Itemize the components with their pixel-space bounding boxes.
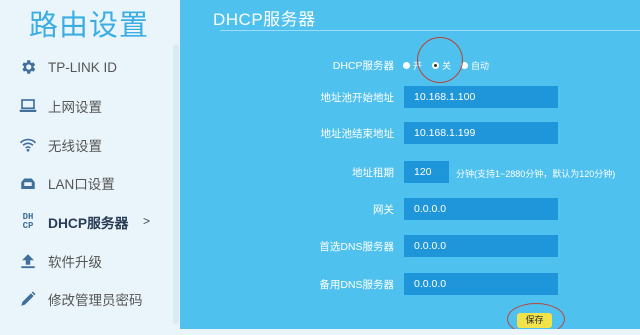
field-label: 备用DNS服务器 xyxy=(319,279,394,291)
sidebar-item-wireless[interactable]: 无线设置 xyxy=(0,125,172,164)
laptop-icon xyxy=(18,96,38,116)
field-row-primary-dns: 首选DNS服务器 xyxy=(180,235,394,257)
field-label: 地址池结束地址 xyxy=(320,128,395,140)
sidebar-item-internet[interactable]: 上网设置 xyxy=(0,87,172,126)
dhcp-icon: DH CP xyxy=(22,212,34,232)
dhcp-server-label: DHCP服务器 xyxy=(332,60,394,72)
sidebar-item-label: 修改管理员密码 xyxy=(48,293,143,309)
sidebar-title: 路由设置 xyxy=(29,10,150,42)
router-settings-window: 路由设置 TP-LINK ID 上网设置 无线设置 LAN口设置 DH CP D… xyxy=(0,0,640,335)
pencil-icon xyxy=(18,289,38,309)
radio-button[interactable] xyxy=(403,61,410,69)
field-label: 网关 xyxy=(373,204,394,216)
save-button[interactable]: 保存 xyxy=(517,313,552,328)
main-panel: DHCP服务器 DHCP服务器 开 关 自动 地址池开始地址 10.168.1.… xyxy=(180,0,640,335)
field-label: 地址池开始地址 xyxy=(320,92,395,104)
wifi-icon xyxy=(18,135,38,155)
primary-dns-input[interactable]: 0.0.0.0 xyxy=(404,235,558,257)
bottom-strip xyxy=(0,329,640,335)
pool-end-input[interactable]: 10.168.1.199 xyxy=(404,122,558,144)
field-row-secondary-dns: 备用DNS服务器 xyxy=(180,273,394,295)
sidebar-item-label: 软件升级 xyxy=(48,254,102,270)
field-label: 首选DNS服务器 xyxy=(319,241,394,253)
pool-start-input[interactable]: 10.168.1.100 xyxy=(404,86,558,108)
field-row-gateway: 网关 xyxy=(180,198,394,220)
field-row-lease-time: 地址租期 xyxy=(180,161,394,183)
upload-icon xyxy=(18,251,38,271)
sidebar-item-label: 上网设置 xyxy=(48,100,102,116)
sidebar-item-label: 无线设置 xyxy=(48,138,102,154)
lan-port-icon xyxy=(18,173,38,193)
page-title: DHCP服务器 xyxy=(213,10,316,29)
sidebar-item-label: TP-LINK ID xyxy=(48,59,118,75)
sidebar-item-lan[interactable]: LAN口设置 xyxy=(0,164,172,203)
sidebar-item-admin-password[interactable]: 修改管理员密码 xyxy=(0,280,172,319)
annotation-circle-off xyxy=(417,37,463,83)
gear-icon xyxy=(18,57,38,77)
field-row-pool-end: 地址池结束地址 xyxy=(180,122,395,144)
sidebar-nav: TP-LINK ID 上网设置 无线设置 LAN口设置 DH CP DHCP服务… xyxy=(0,48,172,319)
chevron-right-icon: > xyxy=(142,213,150,228)
radio-option-auto[interactable]: 自动 xyxy=(461,59,489,72)
sidebar: 路由设置 TP-LINK ID 上网设置 无线设置 LAN口设置 DH CP D… xyxy=(0,0,180,335)
sidebar-item-dhcp[interactable]: DH CP DHCP服务器 > xyxy=(0,203,172,242)
field-row-pool-start: 地址池开始地址 xyxy=(180,86,395,108)
sidebar-item-firmware-upgrade[interactable]: 软件升级 xyxy=(0,241,172,280)
sidebar-item-label: LAN口设置 xyxy=(48,177,115,193)
dhcp-server-row: DHCP服务器 xyxy=(180,54,394,76)
radio-label: 自动 xyxy=(471,60,490,71)
lease-time-input[interactable]: 120 xyxy=(404,161,449,183)
secondary-dns-input[interactable]: 0.0.0.0 xyxy=(404,273,558,295)
lease-time-hint: 分钟(支持1~2880分钟，默认为120分钟) xyxy=(456,169,616,179)
title-divider xyxy=(220,30,640,31)
sidebar-item-label: DHCP服务器 xyxy=(48,216,129,232)
field-label: 地址租期 xyxy=(352,167,394,179)
gateway-input[interactable]: 0.0.0.0 xyxy=(404,198,558,220)
sidebar-item-tplink-id[interactable]: TP-LINK ID xyxy=(0,48,172,87)
